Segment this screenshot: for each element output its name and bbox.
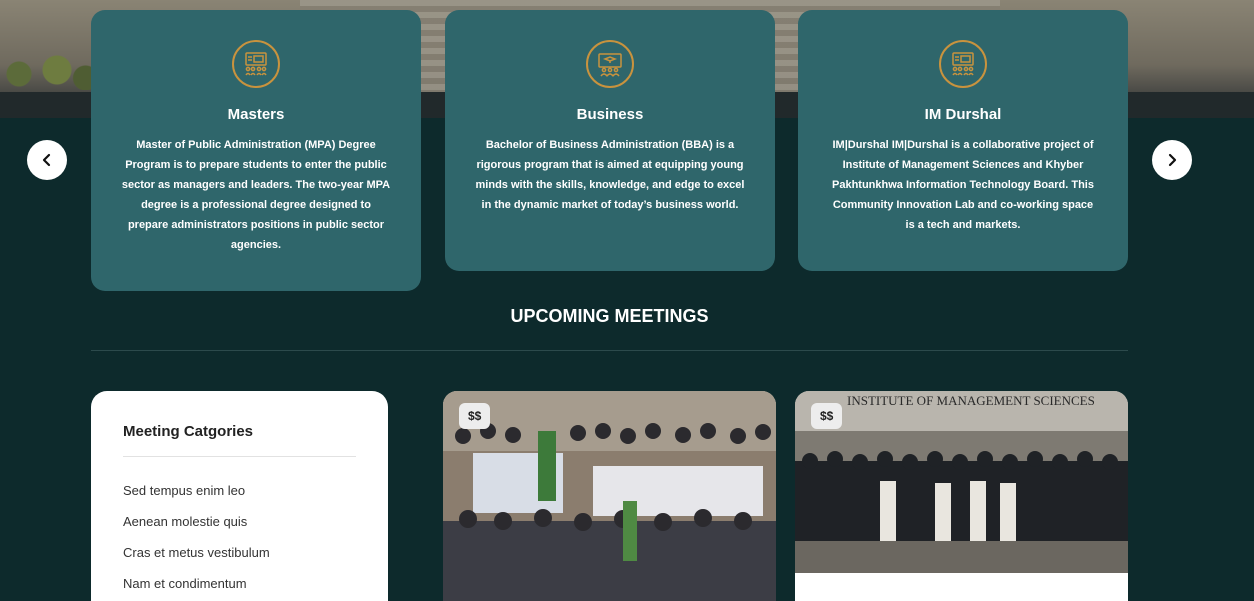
categories-list: Sed tempus enim leo Aenean molestie quis…: [123, 483, 356, 601]
categories-heading: Meeting Catgories: [123, 423, 356, 457]
program-description: Master of Public Administration (MPA) De…: [121, 139, 391, 251]
category-item[interactable]: Nam et condimentum: [123, 576, 356, 601]
meeting-card[interactable]: $$: [443, 391, 776, 601]
price-badge: $$: [811, 403, 843, 429]
category-item[interactable]: Cras et metus vestibulum: [123, 545, 356, 576]
training-board-icon: [939, 40, 987, 88]
category-item[interactable]: Aenean molestie quis: [123, 514, 356, 545]
program-title: Business: [576, 106, 644, 123]
program-description: IM|Durshal IM|Durshal is a collaborative…: [832, 139, 1094, 231]
graduation-presentation-icon: [586, 40, 634, 88]
program-card-business[interactable]: Business Bachelor of Business Administra…: [445, 10, 775, 271]
section-divider: [91, 350, 1128, 351]
program-title: IM Durshal: [924, 106, 1002, 123]
meeting-categories-panel: Meeting Catgories Sed tempus enim leo Ae…: [91, 391, 388, 601]
price-badge: $$: [459, 403, 491, 429]
meeting-card[interactable]: INSTITUTE OF MANAGEMENT SCIENCES $$: [795, 391, 1128, 601]
program-card-im-durshal[interactable]: IM Durshal IM|Durshal IM|Durshal is a co…: [798, 10, 1128, 271]
hero-plants-image: [0, 50, 95, 90]
meeting-photo: INSTITUTE OF MANAGEMENT SCIENCES: [795, 391, 1128, 573]
chevron-right-icon: [1168, 153, 1177, 167]
program-title: Masters: [227, 106, 285, 123]
chevron-left-icon: [42, 153, 51, 167]
program-card-masters[interactable]: Masters Master of Public Administration …: [91, 10, 421, 291]
carousel-prev-button[interactable]: [27, 140, 67, 180]
carousel-next-button[interactable]: [1152, 140, 1192, 180]
photo-banner-text: INSTITUTE OF MANAGEMENT SCIENCES: [847, 393, 1095, 408]
training-board-icon: [232, 40, 280, 88]
category-item[interactable]: Sed tempus enim leo: [123, 483, 356, 514]
section-title: UPCOMING MEETINGS: [510, 306, 709, 326]
meeting-photo: [443, 391, 776, 601]
program-description: Bachelor of Business Administration (BBA…: [475, 139, 745, 211]
